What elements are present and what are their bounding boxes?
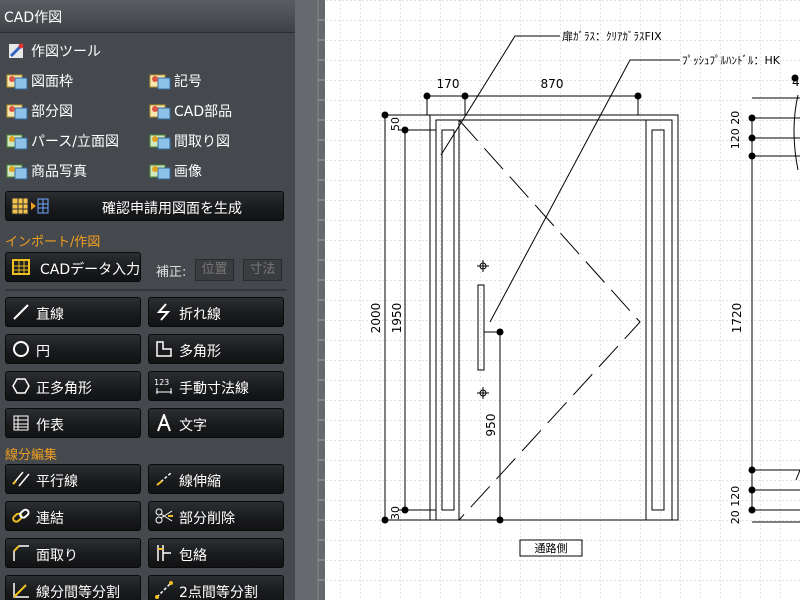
segment-divide-tool-button[interactable]: 線分間等分割 [5, 575, 141, 600]
panel-divider [5, 289, 287, 291]
panel-splitter[interactable] [295, 0, 325, 600]
tree-item-image[interactable]: 画像 [149, 161, 202, 183]
tree-item-symbol[interactable]: 記号 [149, 71, 202, 93]
polyline-icon [156, 303, 171, 321]
two-point-divide-tool-button[interactable]: 2点間等分割 [148, 575, 284, 600]
cad-drawing-canvas[interactable]: 扉ｶﾞﾗｽ：ｸﾘｱｶﾞﾗｽFIX ﾌﾟｯｼｭﾌﾟﾙﾊﾝﾄﾞﾙ：HK 170 87… [325, 0, 800, 600]
cad-parts-icon [149, 104, 171, 120]
svg-text:123: 123 [154, 378, 169, 387]
generate-application-drawing-button[interactable]: 確認申請用図面を生成 [5, 191, 284, 221]
table-tool-button[interactable]: 作表 [5, 408, 141, 438]
dimension-50: 50 [389, 117, 402, 131]
chamfer-icon [13, 545, 29, 561]
polygon-icon [156, 341, 172, 357]
glass-annotation: 扉ｶﾞﾗｽ：ｸﾘｱｶﾞﾗｽFIX [562, 30, 662, 43]
polygon-tool-button[interactable]: 多角形 [148, 334, 284, 364]
floorplan-icon [149, 134, 171, 150]
envelope-tool-button[interactable]: 包絡 [148, 538, 284, 568]
cad-data-input-button[interactable]: CADデータ入力 [5, 252, 141, 282]
dimension-870: 870 [541, 77, 564, 91]
dimension-950: 950 [484, 414, 498, 437]
text-icon [157, 414, 171, 432]
tree-item-product-photo[interactable]: 商品写真 [6, 161, 87, 183]
line-tool-button[interactable]: 直線 [5, 297, 141, 327]
dimension-correction-button[interactable]: 寸法 [243, 259, 282, 281]
regular-polygon-tool-button[interactable]: 正多角形 [5, 371, 141, 401]
cad-input-icon [12, 259, 30, 275]
handle-annotation: ﾌﾟｯｼｭﾌﾟﾙﾊﾝﾄﾞﾙ：HK [682, 54, 781, 67]
dimension-20-120: 20 120 [729, 486, 742, 525]
dimension-120-20: 120 20 [729, 111, 742, 150]
symbol-icon [149, 74, 171, 90]
chamfer-tool-button[interactable]: 面取り [5, 538, 141, 568]
parallel-line-icon [12, 471, 30, 487]
manual-dimension-icon: 123 [154, 378, 172, 394]
position-correction-button[interactable]: 位置 [195, 259, 234, 281]
splitter-ruler [317, 0, 325, 600]
manual-dimension-tool-button[interactable]: 123 手動寸法線 [148, 371, 284, 401]
segment-divide-icon [13, 583, 29, 598]
dimension-right-top: 4 [792, 75, 800, 89]
correction-label: 補正: [156, 265, 187, 280]
edit-section-heading: 線分編集 [5, 448, 58, 463]
circle-icon [13, 341, 29, 357]
table-icon [13, 415, 29, 431]
tree-item-partial-drawing[interactable]: 部分図 [6, 101, 73, 123]
link-icon [12, 508, 30, 523]
line-stretch-tool-button[interactable]: 線伸縮 [148, 464, 284, 494]
panel-title: CAD作図 [4, 10, 63, 26]
circle-tool-button[interactable]: 円 [5, 334, 141, 364]
tree-item-perspective[interactable]: パース/立面図 [6, 131, 119, 153]
link-tool-button[interactable]: 連結 [5, 501, 141, 531]
door-elevation-drawing: 扉ｶﾞﾗｽ：ｸﾘｱｶﾞﾗｽFIX ﾌﾟｯｼｭﾌﾟﾙﾊﾝﾄﾞﾙ：HK 170 87… [325, 0, 800, 600]
polyline-tool-button[interactable]: 折れ線 [148, 297, 284, 327]
tree-item-floor-plan[interactable]: 間取り図 [149, 131, 230, 153]
tree-item-drawing-tools[interactable]: 作図ツール [6, 41, 101, 63]
dimension-2000: 2000 [369, 303, 383, 334]
panel-title-bar: CAD作図 [0, 0, 295, 33]
regular-polygon-icon [12, 378, 30, 394]
frame-icon [6, 74, 28, 90]
line-stretch-icon [156, 472, 172, 486]
street-side-label: 通路側 [535, 542, 568, 555]
dimension-1720: 1720 [730, 303, 744, 334]
two-point-divide-icon [155, 581, 173, 599]
dimension-1950: 1950 [390, 303, 404, 334]
partial-delete-icon [155, 508, 173, 524]
photo-icon [6, 164, 28, 180]
perspective-icon [6, 134, 28, 150]
parallel-line-tool-button[interactable]: 平行線 [5, 464, 141, 494]
cad-tool-panel: CAD作図 作図ツール 図面枠 記号 部分図 CAD部品 パース/立面図 間取り… [0, 0, 295, 600]
partial-delete-tool-button[interactable]: 部分削除 [148, 501, 284, 531]
text-tool-button[interactable]: 文字 [148, 408, 284, 438]
image-icon [149, 164, 171, 180]
tools-icon [9, 43, 24, 58]
dimension-170: 170 [437, 77, 460, 91]
generate-drawing-icon [11, 197, 49, 215]
partial-icon [6, 104, 28, 120]
line-icon [13, 304, 29, 320]
dimension-30: 30 [389, 506, 402, 520]
envelope-icon [157, 545, 171, 561]
tree-item-drawing-frame[interactable]: 図面枠 [6, 71, 73, 93]
import-section-heading: インポート/作図 [5, 235, 101, 250]
tree-item-cad-parts[interactable]: CAD部品 [149, 101, 232, 123]
